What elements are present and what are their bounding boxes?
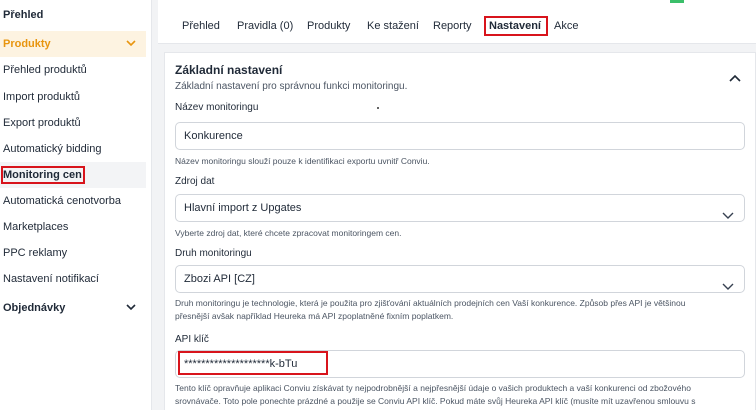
- sidebar: Přehled Produkty Přehled produktů Import…: [0, 0, 152, 410]
- source-label: Zdroj dat: [175, 176, 215, 187]
- type-help-text-1: Druh monitoringu je technologie, která j…: [175, 298, 686, 308]
- chevron-up-icon[interactable]: [729, 69, 741, 87]
- status-indicator: [670, 0, 684, 3]
- sidebar-item-auto-pricing[interactable]: Automatická cenotvorba: [0, 188, 146, 214]
- data-source-select[interactable]: Hlavní import z Upgates: [175, 194, 745, 222]
- chevron-down-icon: [126, 295, 136, 311]
- monitoring-type-select[interactable]: Zbozi API [CZ]: [175, 265, 745, 293]
- card-subtitle: Základní nastavení pro správnou funkci m…: [175, 81, 408, 92]
- sidebar-section-products-label: Produkty: [3, 38, 51, 50]
- tab-reports[interactable]: Reporty: [433, 8, 472, 44]
- highlight-box-settings: [484, 16, 548, 36]
- tab-downloads[interactable]: Ke stažení: [367, 8, 419, 44]
- sidebar-title-overview[interactable]: Přehled: [0, 2, 146, 28]
- sidebar-item-auto-bidding[interactable]: Automatický bidding: [0, 136, 146, 162]
- tab-overview[interactable]: Přehled: [182, 8, 220, 44]
- type-label: Druh monitoringu: [175, 248, 252, 259]
- name-help-text: Název monitoringu slouží pouze k identif…: [175, 156, 430, 166]
- chevron-down-icon: [126, 31, 136, 47]
- sidebar-section-products[interactable]: Produkty: [0, 31, 146, 57]
- sidebar-section-orders[interactable]: Objednávky: [0, 295, 146, 321]
- api-help-text-1: Tento klíč opravňuje aplikaci Conviu zís…: [175, 383, 691, 393]
- sidebar-section-orders-label: Objednávky: [3, 302, 66, 314]
- sidebar-item-product-import[interactable]: Import produktů: [0, 84, 146, 110]
- decorative-dot: [377, 107, 379, 109]
- name-label: Název monitoringu: [175, 102, 259, 113]
- sidebar-item-marketplaces[interactable]: Marketplaces: [0, 214, 146, 240]
- tab-bar: Přehled Pravidla (0) Produkty Ke stažení…: [158, 8, 756, 44]
- card-title: Základní nastavení: [175, 63, 283, 77]
- api-key-label: API klíč: [175, 334, 209, 345]
- type-help-text-2: přesnější avšak například Heureka má API…: [175, 311, 454, 321]
- tab-products[interactable]: Produkty: [307, 8, 350, 44]
- api-help-text-2: srovnávače. Toto pole ponechte prázdné a…: [175, 396, 696, 406]
- sidebar-item-product-export[interactable]: Export produktů: [0, 110, 146, 136]
- data-source-value: Hlavní import z Upgates: [184, 202, 302, 214]
- source-help-text: Vyberte zdroj dat, které chcete zpracova…: [175, 228, 402, 238]
- top-bar: [158, 0, 756, 8]
- sidebar-item-ppc[interactable]: PPC reklamy: [0, 240, 146, 266]
- monitoring-type-value: Zbozi API [CZ]: [184, 273, 255, 285]
- sidebar-item-product-overview[interactable]: Přehled produktů: [0, 57, 146, 83]
- tab-rules[interactable]: Pravidla (0): [237, 8, 293, 44]
- tab-actions[interactable]: Akce: [554, 8, 578, 44]
- monitoring-name-input[interactable]: Konkurence: [175, 122, 745, 150]
- highlight-box-api-key: [178, 351, 328, 375]
- sidebar-item-notifications[interactable]: Nastavení notifikací: [0, 266, 146, 292]
- highlight-box-monitoring: [1, 166, 85, 184]
- monitoring-name-value: Konkurence: [184, 130, 243, 142]
